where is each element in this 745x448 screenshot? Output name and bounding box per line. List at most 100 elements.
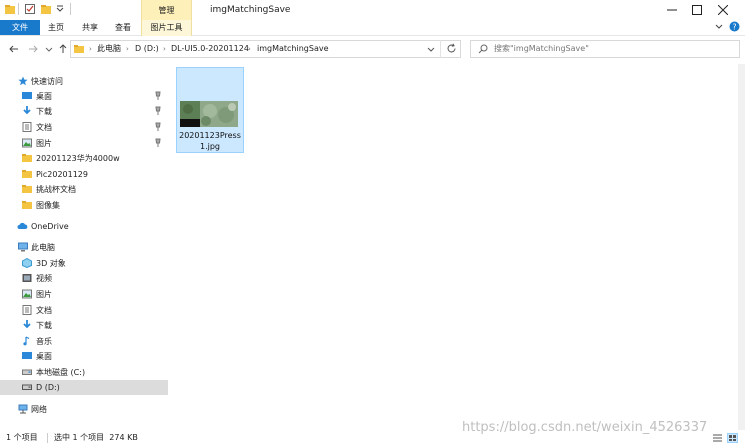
search-icon <box>478 44 488 54</box>
folder-icon <box>22 185 32 193</box>
file-name-line: 1.jpg <box>199 142 220 151</box>
breadcrumb-this-pc[interactable]: 此电脑 <box>97 40 121 58</box>
sidebar-item-onedrive[interactable]: OneDrive <box>0 219 168 234</box>
sidebar-item-label: 桌面 <box>36 352 52 361</box>
sidebar-item-pictures[interactable]: 图片 <box>0 136 168 151</box>
star-icon <box>18 76 28 86</box>
address-history-button[interactable] <box>427 45 435 53</box>
breadcrumb-current-folder[interactable]: imgMatchingSave <box>257 40 329 58</box>
sidebar-item-folder-imageset[interactable]: 图像集 <box>0 198 168 213</box>
tab-picture-tools[interactable]: 图片工具 <box>141 20 192 36</box>
tab-home[interactable]: 主页 <box>48 20 64 35</box>
folder-icon <box>22 170 32 178</box>
item-count: 1 个项目 <box>6 433 38 442</box>
sidebar-item-drive-d[interactable]: D (D:) <box>0 380 168 395</box>
back-button[interactable] <box>8 42 20 56</box>
sidebar-item-label: 快速访问 <box>31 77 63 86</box>
folder-icon[interactable] <box>4 3 16 15</box>
arrow-right-icon <box>29 45 38 53</box>
pin-icon[interactable] <box>154 138 162 148</box>
breadcrumb-d-drive[interactable]: D (D:) <box>135 40 159 58</box>
sidebar-item-quick-access[interactable]: 快速访问 <box>0 74 168 89</box>
context-tab-manage[interactable]: 管理 <box>141 0 192 20</box>
properties-icon[interactable] <box>24 3 36 15</box>
sidebar-item-label: 图像集 <box>36 201 60 210</box>
sidebar-item-label: 音乐 <box>36 337 52 346</box>
sidebar-item-label: 视频 <box>36 274 52 283</box>
sidebar-item-this-pc[interactable]: 此电脑 <box>0 240 168 255</box>
sidebar-item-network[interactable]: 网络 <box>0 402 168 417</box>
3d-objects-icon <box>22 258 32 268</box>
sidebar-item-documents-pc[interactable]: 文档 <box>0 303 168 318</box>
pin-icon[interactable] <box>154 122 162 132</box>
pin-icon[interactable] <box>154 91 162 101</box>
chevron-down-icon <box>427 47 435 52</box>
sidebar-item-label: 下载 <box>36 321 52 330</box>
drive-icon <box>22 369 32 375</box>
close-button[interactable] <box>701 0 745 20</box>
sidebar-item-documents[interactable]: 文档 <box>0 120 168 135</box>
new-folder-icon[interactable] <box>40 3 52 15</box>
sidebar-item-downloads-pc[interactable]: 下载 <box>0 318 168 333</box>
cloud-icon <box>17 222 28 229</box>
tab-share[interactable]: 共享 <box>82 20 98 35</box>
vertical-scrollbar[interactable] <box>738 64 745 430</box>
sidebar-item-folder-pic[interactable]: Pic20201129 <box>0 167 168 182</box>
sidebar-item-label: 网络 <box>31 405 47 414</box>
sidebar-item-downloads[interactable]: 下载 <box>0 104 168 119</box>
chevron-down-icon <box>45 47 53 52</box>
breadcrumb-separator[interactable]: › <box>163 40 166 58</box>
sidebar-item-folder-huawei[interactable]: 20201123华为4000w <box>0 151 168 166</box>
expand-ribbon-button[interactable] <box>714 22 724 32</box>
file-list-view[interactable] <box>168 64 740 430</box>
sidebar-item-drive-c[interactable]: 本地磁盘 (C:) <box>0 365 168 380</box>
up-button[interactable] <box>57 42 69 56</box>
help-icon: ? <box>729 21 740 32</box>
watermark-text: https://blog.csdn.net/weixin_4526337 <box>462 420 708 435</box>
sidebar-item-label: 文档 <box>36 306 52 315</box>
recent-locations-button[interactable] <box>43 42 55 56</box>
selection-info: 选中 1 个项目 274 KB <box>54 433 138 442</box>
refresh-icon <box>447 43 456 53</box>
sidebar-item-3d-objects[interactable]: 3D 对象 <box>0 256 168 271</box>
document-icon <box>22 305 32 315</box>
sidebar-item-label: 挑战杯文档 <box>36 185 76 194</box>
desktop-icon <box>22 352 32 359</box>
image-thumbnail <box>180 101 238 127</box>
file-name: 20201123Press 1.jpg <box>176 130 244 152</box>
sidebar-item-desktop-pc[interactable]: 桌面 <box>0 349 168 364</box>
sidebar-item-music[interactable]: 音乐 <box>0 334 168 349</box>
sidebar-item-videos[interactable]: 视频 <box>0 271 168 286</box>
title-bar <box>0 0 745 20</box>
help-button[interactable]: ? <box>729 21 740 32</box>
customize-toolbar-icon[interactable] <box>54 3 66 15</box>
tab-view[interactable]: 查看 <box>115 20 131 35</box>
breadcrumb-dl-folder[interactable]: DL-UI5.0-20201124 <box>171 40 249 58</box>
sidebar-item-label: D (D:) <box>36 383 60 392</box>
download-icon <box>23 320 31 329</box>
sidebar-item-label: OneDrive <box>31 222 69 231</box>
folder-icon <box>22 154 32 162</box>
sidebar-item-desktop[interactable]: 桌面 <box>0 89 168 104</box>
sidebar-item-label: 下载 <box>36 107 52 116</box>
ribbon-tabs <box>0 20 745 36</box>
file-name-line: 20201123Press <box>179 131 241 140</box>
large-icons-view-button[interactable] <box>727 433 738 443</box>
details-view-button[interactable] <box>712 433 723 443</box>
pin-icon[interactable] <box>154 106 162 116</box>
search-placeholder: 搜索"imgMatchingSave" <box>494 44 589 53</box>
sidebar-item-label: 图片 <box>36 139 52 148</box>
breadcrumb-separator[interactable]: › <box>89 40 92 58</box>
breadcrumb-separator[interactable]: › <box>126 40 129 58</box>
sidebar-item-pictures-pc[interactable]: 图片 <box>0 287 168 302</box>
pictures-icon <box>22 138 32 148</box>
sidebar-item-folder-challenge[interactable]: 挑战杯文档 <box>0 182 168 197</box>
sidebar-item-label: 桌面 <box>36 92 52 101</box>
refresh-button[interactable] <box>446 43 457 54</box>
tab-file[interactable]: 文件 <box>0 20 40 35</box>
sidebar-item-label: 3D 对象 <box>36 259 66 268</box>
svg-text:?: ? <box>732 23 736 32</box>
large-icons-view-icon <box>729 435 736 441</box>
forward-button[interactable] <box>27 42 39 56</box>
breadcrumb-separator[interactable]: › <box>248 40 251 58</box>
